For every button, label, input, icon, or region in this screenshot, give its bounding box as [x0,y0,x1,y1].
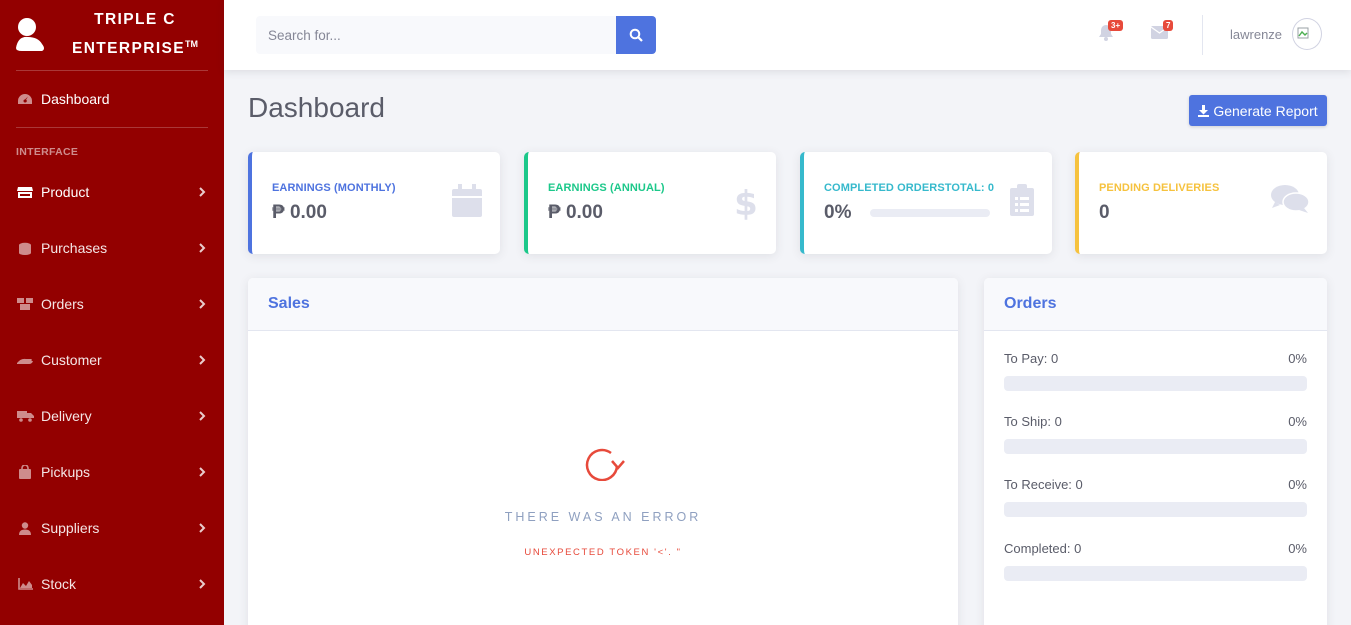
order-percent: 0% [1288,351,1307,366]
generate-report-label: Generate Report [1213,102,1318,119]
sidebar-item-customer[interactable]: Customer [0,332,224,388]
bag-icon [16,465,34,479]
area-chart-icon [16,577,34,591]
progress-bar [1004,439,1307,454]
hand-icon [16,353,34,367]
card-value: 0 [1099,202,1110,223]
refresh-icon[interactable] [581,443,625,482]
sidebar-heading: INTERFACE [16,146,79,158]
sidebar-item-suppliers[interactable]: Suppliers [0,500,224,556]
sidebar-item-label: Stock [41,576,77,592]
progress-bar [1004,502,1307,517]
card-value: ₱ 0.00 [272,202,327,223]
svg-text:$: $ [736,184,756,220]
sidebar-item-label: Customer [41,352,102,368]
order-row-to-receive: To Receive: 0 0% [1004,477,1307,517]
card-label: EARNINGS (ANNUAL) [548,182,665,194]
truck-icon [16,409,34,423]
search-button[interactable] [616,16,656,54]
sidebar-item-label: Orders [41,296,84,312]
chevron-right-icon [199,299,206,309]
topbar: 3+ 7 lawrenze [224,0,1351,70]
tachometer-icon [16,92,34,106]
order-label: To Pay: 0 [1004,351,1059,366]
order-row-to-pay: To Pay: 0 0% [1004,351,1307,391]
order-percent: 0% [1288,541,1307,556]
sidebar-item-label: Delivery [41,408,92,424]
chevron-right-icon [199,411,206,421]
progress-bar [870,209,990,217]
comments-icon [1271,185,1309,213]
calendar-icon [452,184,482,217]
chevron-right-icon [199,243,206,253]
brand[interactable]: TRIPLE C ENTERPRISETM [0,0,224,70]
order-label: To Receive: 0 [1004,477,1083,492]
sidebar-item-label: Suppliers [41,520,100,536]
alerts-button[interactable]: 3+ [1098,20,1124,44]
card-label: PENDING DELIVERIES [1099,182,1220,194]
sidebar-item-delivery[interactable]: Delivery [0,388,224,444]
clipboard-list-icon [1010,184,1034,216]
sidebar-item-label: Dashboard [41,91,110,107]
chevron-right-icon [199,579,206,589]
order-row-completed: Completed: 0 0% [1004,541,1307,581]
card-earnings-annual: EARNINGS (ANNUAL) ₱ 0.00 $ [524,152,776,254]
sidebar-item-dashboard[interactable]: Dashboard [0,71,224,127]
messages-badge: 7 [1163,20,1174,31]
order-label: Completed: 0 [1004,541,1082,556]
dollar-icon: $ [736,184,756,220]
download-icon [1198,104,1210,117]
sidebar-item-orders[interactable]: Orders [0,276,224,332]
messages-button[interactable]: 7 [1150,20,1174,44]
order-row-to-ship: To Ship: 0 0% [1004,414,1307,454]
card-completed-orders: COMPLETED ORDERSTOTAL: 0 0% [800,152,1052,254]
coins-icon [16,241,34,255]
order-label: To Ship: 0 [1004,414,1062,429]
boxes-icon [16,297,34,311]
user-icon [16,16,48,54]
search-input[interactable] [256,16,616,54]
orders-panel: Orders To Pay: 0 0% To Ship: 0 0% To Recei… [984,278,1327,625]
card-label: EARNINGS (MONTHLY) [272,182,396,194]
chevron-right-icon [199,467,206,477]
card-label: COMPLETED ORDERSTOTAL: 0 [824,182,995,194]
topbar-divider [1202,15,1203,55]
card-earnings-monthly: EARNINGS (MONTHLY) ₱ 0.00 [248,152,500,254]
store-icon [16,185,34,199]
user-icon [16,521,34,535]
brand-name: TRIPLE C ENTERPRISETM [71,11,199,58]
chevron-right-icon [199,523,206,533]
search-form [256,16,656,54]
sidebar-item-label: Product [41,184,90,200]
avatar[interactable] [1292,18,1322,50]
card-value: 0% [824,202,852,223]
error-message: UNEXPECTED TOKEN '<'. " [524,547,682,558]
progress-bar [1004,566,1307,581]
broken-image-icon [1297,27,1309,39]
sidebar-item-purchases[interactable]: Purchases [0,220,224,276]
order-percent: 0% [1288,477,1307,492]
chevron-right-icon [199,355,206,365]
user-name[interactable]: lawrenze [1230,27,1282,42]
chart-error: THERE WAS AN ERROR UNEXPECTED TOKEN '<'.… [248,443,958,558]
chevron-right-icon [199,187,206,197]
sidebar-item-label: Purchases [41,240,108,256]
sidebar-item-label: Pickups [41,464,91,480]
search-icon [629,28,643,42]
generate-report-button[interactable]: Generate Report [1189,95,1327,126]
page-title: Dashboard [248,92,385,123]
card-pending-deliveries: PENDING DELIVERIES 0 [1075,152,1327,254]
error-title: THERE WAS AN ERROR [504,510,702,524]
sidebar-item-stock[interactable]: Stock [0,556,224,612]
sidebar-item-product[interactable]: Product [0,164,224,220]
order-percent: 0% [1288,414,1307,429]
orders-panel-title: Orders [984,278,1327,331]
sales-panel: Sales THERE WAS AN ERROR UNEXPECTED TOKE… [248,278,958,625]
sales-panel-title: Sales [248,278,958,331]
sidebar: TRIPLE C ENTERPRISETM Dashboard INTERFAC… [0,0,224,625]
alerts-badge: 3+ [1108,20,1124,31]
sidebar-item-pickups[interactable]: Pickups [0,444,224,500]
progress-bar [1004,376,1307,391]
card-value: ₱ 0.00 [548,202,603,223]
